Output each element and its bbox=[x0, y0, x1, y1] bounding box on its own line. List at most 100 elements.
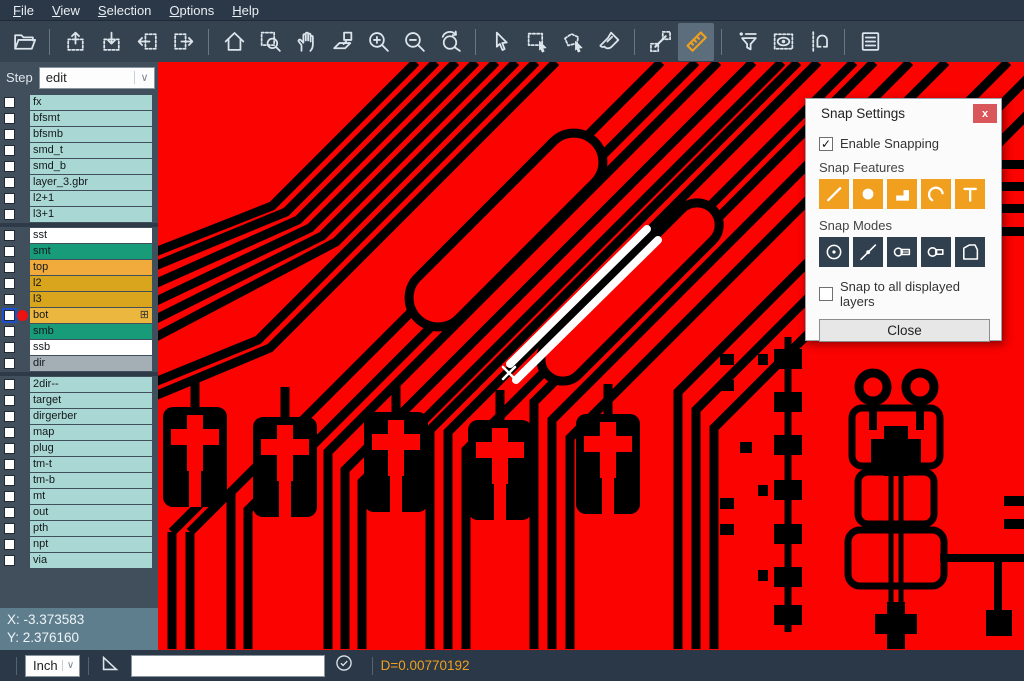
layer-visibility-checkbox[interactable] bbox=[4, 443, 15, 454]
layer-row-layer_3.gbr[interactable]: layer_3.gbr bbox=[0, 175, 158, 190]
layer-row-tm-b[interactable]: tm-b bbox=[0, 473, 158, 488]
mode-center-icon[interactable] bbox=[819, 237, 849, 267]
layer-name-label[interactable]: smb bbox=[30, 324, 152, 339]
layer-visibility-checkbox[interactable] bbox=[4, 459, 15, 470]
layer-visibility-checkbox[interactable] bbox=[4, 97, 15, 108]
layer-name-label[interactable]: map bbox=[30, 425, 152, 440]
measure-value-input[interactable] bbox=[131, 655, 325, 677]
select-arrow-icon[interactable] bbox=[483, 23, 519, 61]
layer-name-label[interactable]: smd_b bbox=[30, 159, 152, 174]
mode-profile-icon[interactable] bbox=[955, 237, 985, 267]
layer-visibility-checkbox[interactable] bbox=[4, 411, 15, 422]
layer-visibility-checkbox[interactable] bbox=[4, 523, 15, 534]
zoom-window-icon[interactable] bbox=[252, 23, 288, 61]
layer-row-l3+1[interactable]: l3+1 bbox=[0, 207, 158, 222]
feat-surface-icon[interactable] bbox=[887, 179, 917, 209]
layer-row-top[interactable]: top bbox=[0, 260, 158, 275]
layer-name-label[interactable]: out bbox=[30, 505, 152, 520]
box-arrow-down-icon[interactable] bbox=[93, 23, 129, 61]
layer-row-target[interactable]: target bbox=[0, 393, 158, 408]
close-button[interactable]: Close bbox=[819, 319, 990, 342]
zoom-object-icon[interactable] bbox=[324, 23, 360, 61]
confirm-check-icon[interactable] bbox=[334, 653, 354, 678]
mode-pad-outline-icon[interactable] bbox=[921, 237, 951, 267]
select-rect-icon[interactable] bbox=[519, 23, 555, 61]
layer-visibility-checkbox[interactable] bbox=[4, 294, 15, 305]
layer-visibility-checkbox[interactable] bbox=[4, 177, 15, 188]
layer-name-label[interactable]: sst bbox=[30, 228, 152, 243]
open-folder-icon[interactable] bbox=[6, 23, 42, 61]
snap-magnet-icon[interactable] bbox=[801, 23, 837, 61]
layer-visibility-checkbox[interactable] bbox=[4, 342, 15, 353]
unit-select[interactable]: Inch ∨ bbox=[25, 655, 80, 677]
layer-row-dir[interactable]: dir bbox=[0, 356, 158, 371]
layer-row-2dir--[interactable]: 2dir-- bbox=[0, 377, 158, 392]
menu-selection[interactable]: Selection bbox=[89, 2, 160, 19]
snap-all-layers-checkbox[interactable] bbox=[819, 287, 833, 301]
layer-name-label[interactable]: pth bbox=[30, 521, 152, 536]
layer-name-label[interactable]: l2 bbox=[30, 276, 152, 291]
zoom-previous-icon[interactable] bbox=[432, 23, 468, 61]
layer-row-via[interactable]: via bbox=[0, 553, 158, 568]
layer-visibility-checkbox[interactable] bbox=[4, 358, 15, 369]
layer-row-smt[interactable]: smt bbox=[0, 244, 158, 259]
layer-name-label[interactable]: tm-b bbox=[30, 473, 152, 488]
layer-name-label[interactable]: l2+1 bbox=[30, 191, 152, 206]
view-box-icon[interactable] bbox=[765, 23, 801, 61]
layer-name-label[interactable]: dir bbox=[30, 356, 152, 371]
box-arrow-right-icon[interactable] bbox=[165, 23, 201, 61]
layer-visibility-checkbox[interactable] bbox=[4, 129, 15, 140]
layer-name-label[interactable]: fx bbox=[30, 95, 152, 110]
feat-pad-icon[interactable] bbox=[853, 179, 883, 209]
select-poly-icon[interactable] bbox=[555, 23, 591, 61]
layer-visibility-checkbox[interactable] bbox=[4, 262, 15, 273]
layer-row-map[interactable]: map bbox=[0, 425, 158, 440]
layer-row-bfsmt[interactable]: bfsmt bbox=[0, 111, 158, 126]
layer-visibility-checkbox[interactable] bbox=[4, 209, 15, 220]
pan-hand-icon[interactable] bbox=[288, 23, 324, 61]
menu-options[interactable]: Options bbox=[160, 2, 223, 19]
layer-grid-icon[interactable]: ⊞ bbox=[140, 308, 149, 323]
layer-visibility-checkbox[interactable] bbox=[4, 246, 15, 257]
box-arrow-left-icon[interactable] bbox=[129, 23, 165, 61]
layer-row-bfsmb[interactable]: bfsmb bbox=[0, 127, 158, 142]
layer-name-label[interactable]: mt bbox=[30, 489, 152, 504]
enable-snapping-checkbox[interactable]: ✓ bbox=[819, 137, 833, 151]
layer-row-mt[interactable]: mt bbox=[0, 489, 158, 504]
ruler-icon[interactable] bbox=[678, 23, 714, 61]
layer-name-label[interactable]: bfsmb bbox=[30, 127, 152, 142]
layer-row-pth[interactable]: pth bbox=[0, 521, 158, 536]
layer-visibility-checkbox[interactable] bbox=[4, 230, 15, 241]
layer-row-bot[interactable]: bot⊞ bbox=[0, 308, 158, 323]
layer-name-label[interactable]: top bbox=[30, 260, 152, 275]
home-icon[interactable] bbox=[216, 23, 252, 61]
layer-name-label[interactable]: bot⊞ bbox=[30, 308, 152, 323]
layer-visibility-checkbox[interactable] bbox=[4, 161, 15, 172]
layer-name-label[interactable]: plug bbox=[30, 441, 152, 456]
menu-file[interactable]: File bbox=[4, 2, 43, 19]
layer-row-fx[interactable]: fx bbox=[0, 95, 158, 110]
mode-pad-entry-icon[interactable] bbox=[887, 237, 917, 267]
layer-row-tm-t[interactable]: tm-t bbox=[0, 457, 158, 472]
layer-visibility-checkbox[interactable] bbox=[4, 326, 15, 337]
layer-name-label[interactable]: dirgerber bbox=[30, 409, 152, 424]
layer-row-smd_t[interactable]: smd_t bbox=[0, 143, 158, 158]
feat-arc-icon[interactable] bbox=[921, 179, 951, 209]
layer-name-label[interactable]: l3 bbox=[30, 292, 152, 307]
layer-row-l2[interactable]: l2 bbox=[0, 276, 158, 291]
layer-name-label[interactable]: 2dir-- bbox=[30, 377, 152, 392]
layer-row-l2+1[interactable]: l2+1 bbox=[0, 191, 158, 206]
layer-row-plug[interactable]: plug bbox=[0, 441, 158, 456]
layer-visibility-checkbox[interactable] bbox=[4, 491, 15, 502]
layer-visibility-checkbox[interactable] bbox=[4, 427, 15, 438]
layer-visibility-checkbox[interactable] bbox=[4, 539, 15, 550]
layer-visibility-checkbox[interactable] bbox=[4, 379, 15, 390]
menu-help[interactable]: Help bbox=[223, 2, 268, 19]
feat-line-icon[interactable] bbox=[819, 179, 849, 209]
layer-row-l3[interactable]: l3 bbox=[0, 292, 158, 307]
report-icon[interactable] bbox=[852, 23, 888, 61]
layer-visibility-checkbox[interactable] bbox=[4, 310, 15, 321]
zoom-in-icon[interactable] bbox=[360, 23, 396, 61]
layer-row-sst[interactable]: sst bbox=[0, 228, 158, 243]
layer-name-label[interactable]: ssb bbox=[30, 340, 152, 355]
